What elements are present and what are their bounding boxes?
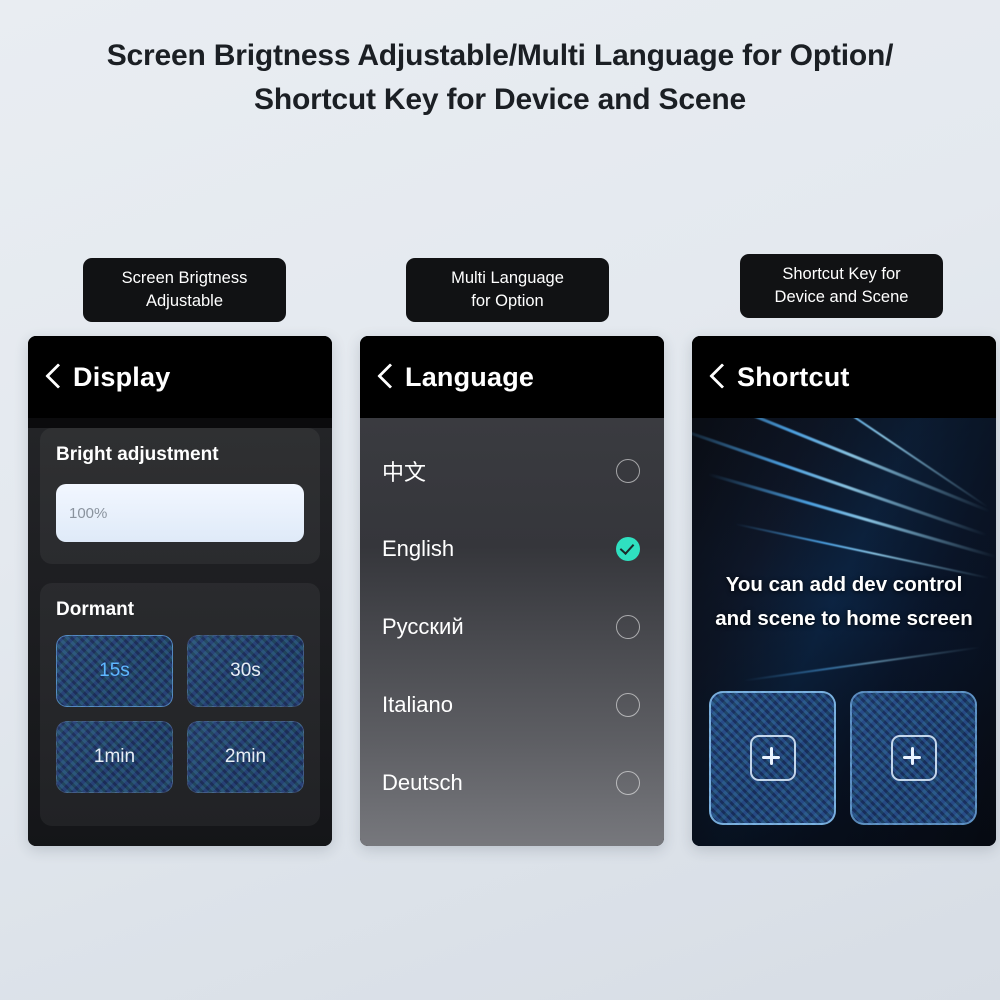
brightness-value: 100% [69, 504, 108, 522]
caption-line-1: Screen Brigtness [121, 269, 248, 287]
caption-line-1: Shortcut Key for [782, 265, 901, 283]
shortcut-body: You can add dev control and scene to hom… [692, 418, 996, 846]
brightness-label: Bright adjustment [56, 444, 219, 465]
shortcut-hint-line-2: and scene to home screen [715, 607, 973, 630]
shortcut-hint-line-1: You can add dev control [725, 573, 963, 596]
radio-checked-icon[interactable] [616, 537, 640, 561]
brightness-card: Bright adjustment 100% [40, 428, 320, 564]
display-body: Bright adjustment 100% Dormant 15s 30s 1… [28, 428, 332, 846]
radio-unchecked-icon[interactable] [616, 459, 640, 483]
caption-line-2: for Option [471, 292, 544, 310]
dormant-label: Dormant [56, 599, 135, 620]
add-scene-tile[interactable] [850, 691, 977, 825]
language-option-german[interactable]: Deutsch [360, 744, 664, 822]
display-screen: Display Bright adjustment 100% Dormant 1… [28, 336, 332, 846]
shortcut-screen: Shortcut You can add dev control and sce… [692, 336, 996, 846]
page-title-line-1: Screen Brigtness Adjustable/Multi Langua… [106, 39, 894, 72]
back-chevron-icon[interactable] [376, 360, 396, 394]
dormant-option-15s[interactable]: 15s [56, 635, 173, 707]
caption-multi-language: Multi Language for Option [406, 258, 609, 322]
caption-shortcut-key: Shortcut Key for Device and Scene [740, 254, 943, 318]
language-label: Italiano [382, 692, 453, 717]
fiber-decoration [692, 418, 991, 513]
language-title: Language [405, 361, 535, 392]
radio-unchecked-icon[interactable] [616, 615, 640, 639]
plus-icon [749, 735, 796, 781]
fiber-decoration [743, 646, 981, 682]
display-title: Display [73, 361, 171, 392]
caption-line-2: Device and Scene [774, 288, 909, 306]
shortcut-tiles [709, 691, 977, 825]
language-option-italian[interactable]: Italiano [360, 666, 664, 744]
caption-screen-brightness: Screen Brigtness Adjustable [83, 258, 286, 322]
caption-line-1: Multi Language [451, 269, 564, 287]
dormant-option-2min[interactable]: 2min [187, 721, 304, 793]
back-chevron-icon[interactable] [708, 360, 728, 394]
language-option-english[interactable]: English [360, 510, 664, 588]
language-label: 中文 [382, 460, 427, 485]
dormant-option-1min[interactable]: 1min [56, 721, 173, 793]
dormant-option-30s[interactable]: 30s [187, 635, 304, 707]
plus-icon [890, 735, 937, 781]
language-label: English [382, 536, 455, 561]
language-option-chinese[interactable]: 中文 [360, 432, 664, 510]
radio-unchecked-icon[interactable] [616, 771, 640, 795]
dormant-options: 15s 30s 1min 2min [56, 635, 304, 793]
shortcut-hint: You can add dev control and scene to hom… [692, 568, 996, 636]
page-title: Screen Brigtness Adjustable/Multi Langua… [0, 34, 1000, 122]
language-list: 中文 English Русский Italiano Deutsch [360, 418, 664, 846]
shortcut-header: Shortcut [692, 336, 996, 418]
dormant-card: Dormant 15s 30s 1min 2min [40, 583, 320, 826]
caption-line-2: Adjustable [145, 292, 224, 310]
brightness-slider[interactable]: 100% [56, 484, 304, 542]
language-option-russian[interactable]: Русский [360, 588, 664, 666]
language-label: Русский [382, 614, 464, 639]
shortcut-title: Shortcut [737, 361, 850, 392]
language-label: Deutsch [382, 770, 463, 795]
radio-unchecked-icon[interactable] [616, 693, 640, 717]
add-device-tile[interactable] [709, 691, 836, 825]
back-chevron-icon[interactable] [44, 360, 64, 394]
fiber-decoration [707, 472, 996, 559]
language-screen: Language 中文 English Русский Italiano Deu… [360, 336, 664, 846]
language-header: Language [360, 336, 664, 418]
page-title-line-2: Shortcut Key for Device and Scene [254, 83, 746, 116]
display-header: Display [28, 336, 332, 418]
